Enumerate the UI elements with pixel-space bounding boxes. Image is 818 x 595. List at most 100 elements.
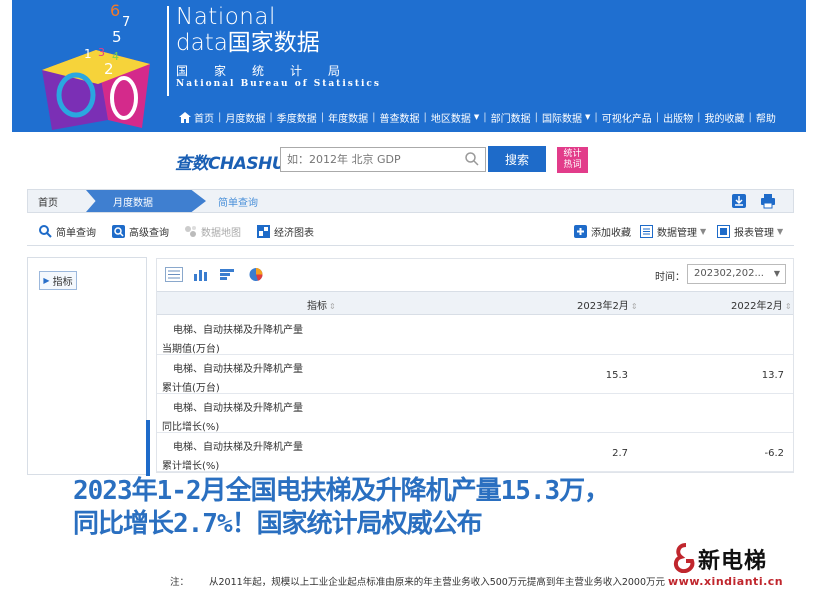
breadcrumb-home[interactable]: 首页 (38, 190, 58, 212)
nav-label: 可视化产品 (601, 113, 652, 125)
bar-chart-icon[interactable] (192, 267, 210, 282)
nav-item-department[interactable]: 部门数据 (487, 110, 535, 125)
add-favorite-button[interactable]: 添加收藏 (574, 224, 631, 239)
advanced-search-icon (112, 225, 125, 238)
nav-item-regional[interactable]: 地区数据 ▼ (427, 110, 483, 125)
headline-overlay: 2023年1-2月全国电扶梯及升降机产量15.3万， 同比增长2.7%！国家统计… (73, 475, 610, 541)
advanced-query-label: 高级查询 (129, 228, 169, 239)
chevron-down-icon: ▼ (585, 113, 591, 121)
svg-text:7: 7 (122, 15, 130, 30)
column-header-indicator[interactable]: 指标 ⇕ (307, 297, 336, 312)
nav-separator: | (423, 111, 427, 123)
nav-item-visualization[interactable]: 可视化产品 (598, 110, 656, 125)
brand-title-cn: data国家数据 (176, 30, 320, 56)
row-indicator-unit: 累计值(万台) (162, 383, 220, 394)
econ-chart-button[interactable]: 经济图表 (257, 224, 314, 239)
chevron-down-icon: ▼ (700, 227, 707, 236)
simple-query-label: 简单查询 (56, 228, 96, 239)
nav-item-monthly[interactable]: 月度数据 (221, 110, 269, 125)
table-view-icon[interactable] (165, 267, 183, 282)
horizontal-bar-icon[interactable] (219, 267, 237, 282)
breadcrumb: 首页 月度数据 简单查询 (27, 189, 794, 213)
chevron-down-icon: ▼ (773, 269, 780, 278)
search-icon (39, 225, 52, 238)
nav-label: 我的收藏 (704, 113, 745, 125)
report-icon (717, 225, 730, 238)
chevron-down-icon: ▼ (473, 113, 480, 121)
query-toolbar: 简单查询 高级查询 数据地图 经济图表 添加收藏 数据管理 ▼ 报表管理 ▼ (27, 218, 794, 246)
nav-label: 首页 (194, 113, 214, 125)
search-input[interactable] (280, 147, 486, 172)
sort-icon: ⇕ (630, 302, 638, 311)
row-indicator-name: 电梯、自动扶梯及升降机产量 (173, 364, 303, 375)
svg-text:1: 1 (84, 47, 92, 61)
watermark: 新电梯 www.xindianti.cn (668, 539, 818, 595)
caret-right-icon: ▶ (43, 276, 50, 285)
panel-scrollbar[interactable] (146, 420, 150, 476)
nav-label: 出版物 (663, 113, 694, 125)
svg-text:2: 2 (104, 60, 114, 78)
report-manage-label: 报表管理 (734, 228, 774, 239)
nav-separator: | (372, 111, 376, 123)
column-header-label: 2022年2月 (731, 301, 783, 312)
table-header: 指标 ⇕ 2023年2月 ⇕ 2022年2月 ⇕ (157, 291, 793, 315)
nav-label: 年度数据 (328, 113, 369, 125)
indicator-tree-node[interactable]: ▶ 指标 (39, 271, 77, 290)
nav-item-census[interactable]: 普查数据 (376, 110, 424, 125)
nav-item-favorites[interactable]: 我的收藏 (701, 110, 749, 125)
chevron-down-icon: ▼ (777, 227, 784, 236)
row-indicator-name: 电梯、自动扶梯及升降机产量 (173, 442, 303, 453)
nav-item-help[interactable]: 帮助 (752, 110, 780, 125)
nav-separator: | (483, 111, 487, 123)
simple-query-button[interactable]: 简单查询 (39, 224, 96, 239)
breadcrumb-monthly[interactable]: 月度数据 (86, 190, 206, 212)
indicator-label: 指标 (52, 277, 73, 288)
brand-org-en: National Bureau of Statistics (176, 79, 381, 89)
chart-icon (257, 225, 270, 238)
search-icon[interactable] (465, 152, 479, 166)
column-header-2023-02[interactable]: 2023年2月 ⇕ (577, 297, 638, 312)
chashu-logo: 查数CHASHU (175, 149, 286, 174)
pie-chart-icon[interactable] (247, 267, 265, 282)
hot-words-badge[interactable]: 统计 热词 (557, 147, 588, 173)
nav-item-home[interactable]: 首页 (175, 110, 218, 125)
watermark-brand: 新电梯 (698, 549, 768, 574)
column-header-label: 指标 (307, 301, 327, 312)
nav-label: 国际数据 (542, 113, 583, 125)
data-map-button[interactable]: 数据地图 (184, 224, 241, 239)
chashu-logo-cn: 查数 (175, 154, 209, 174)
time-label: 时间： (655, 272, 685, 283)
table-row: 电梯、自动扶梯及升降机产量 累计增长(%) 2.7 -6.2 (157, 433, 793, 472)
search-button[interactable]: 搜索 (488, 146, 546, 172)
add-favorite-label: 添加收藏 (591, 228, 631, 239)
list-icon (640, 225, 653, 238)
site-header: 6 7 5 1 3 4 2 National data国家数据 国家统计局 Na… (0, 0, 818, 132)
nav-separator: | (697, 111, 701, 123)
print-icon[interactable] (760, 193, 776, 209)
indicator-tree-panel: ▶ 指标 (27, 257, 150, 476)
nav-item-international[interactable]: 国际数据 ▼ (538, 110, 594, 125)
svg-text:5: 5 (112, 28, 122, 46)
report-manage-menu[interactable]: 报表管理 ▼ (717, 224, 783, 239)
footnote-label: 注： (170, 577, 190, 588)
row-indicator-unit: 同比增长(%) (162, 422, 220, 433)
headline-line2: 同比增长2.7%！国家统计局权威公布 (73, 509, 483, 539)
home-icon (179, 111, 191, 123)
svg-text:6: 6 (110, 1, 120, 20)
nav-item-quarterly[interactable]: 季度数据 (273, 110, 321, 125)
nav-separator: | (534, 111, 539, 123)
nav-label: 季度数据 (276, 113, 317, 125)
logo-divider (167, 6, 169, 96)
watermark-url: www.xindianti.cn (668, 575, 784, 588)
download-icon[interactable] (731, 193, 747, 209)
nav-separator: | (320, 111, 325, 123)
national-data-logo-icon: 6 7 5 1 3 4 2 (42, 1, 150, 130)
cell-2022-02: 13.7 (761, 370, 784, 381)
column-header-2022-02[interactable]: 2022年2月 ⇕ (731, 297, 792, 312)
cell-2023-02: 15.3 (605, 370, 628, 381)
nav-item-publications[interactable]: 出版物 (659, 110, 697, 125)
time-select[interactable]: 202302,202... ▼ (687, 264, 786, 284)
nav-item-annual[interactable]: 年度数据 (324, 110, 372, 125)
data-manage-menu[interactable]: 数据管理 ▼ (640, 224, 706, 239)
advanced-query-button[interactable]: 高级查询 (112, 224, 169, 239)
